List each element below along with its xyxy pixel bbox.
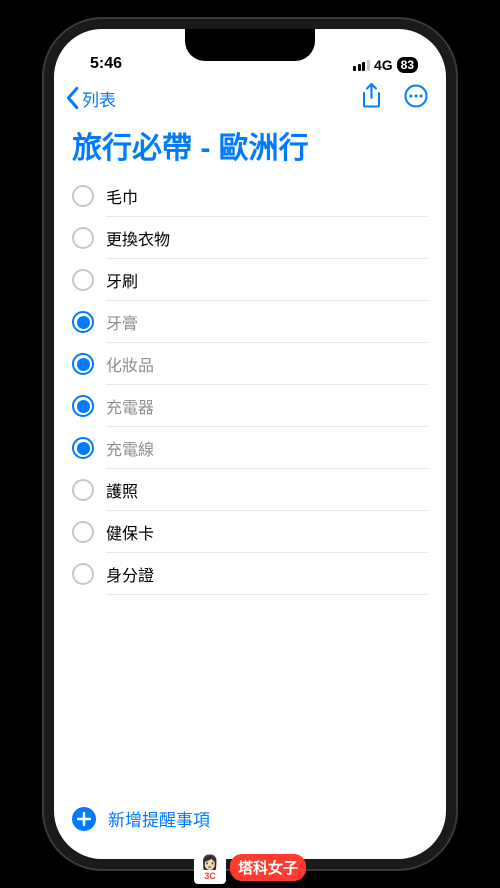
list-item-content: 牙刷 — [106, 259, 428, 301]
radio-toggle[interactable] — [72, 269, 94, 291]
list-item-label: 化妝品 — [106, 352, 154, 376]
list-item-label: 毛巾 — [106, 184, 138, 208]
list-item[interactable]: 身分證 — [72, 553, 428, 595]
list-item[interactable]: 牙膏 — [72, 301, 428, 343]
radio-toggle[interactable] — [72, 563, 94, 585]
back-label: 列表 — [82, 86, 116, 111]
plus-circle-icon — [72, 807, 96, 831]
watermark: 👩🏻 3C 塔科女子 — [194, 850, 306, 884]
radio-toggle[interactable] — [72, 185, 94, 207]
list-item-content: 充電器 — [106, 385, 428, 427]
status-right: 4G 83 — [353, 57, 418, 73]
list-item[interactable]: 毛巾 — [72, 175, 428, 217]
list-item-label: 牙刷 — [106, 268, 138, 292]
list-item-label: 充電器 — [106, 394, 154, 418]
more-button[interactable] — [404, 84, 428, 113]
list-item[interactable]: 健保卡 — [72, 511, 428, 553]
list-item-content: 化妝品 — [106, 343, 428, 385]
list-item-content: 牙膏 — [106, 301, 428, 343]
list-item[interactable]: 充電器 — [72, 385, 428, 427]
reminder-list[interactable]: 毛巾更換衣物牙刷牙膏化妝品充電器充電線護照健保卡身分證 — [54, 175, 446, 792]
phone-frame: 5:46 4G 83 列表 旅行必帶 - 歐洲行 毛巾更換衣物牙 — [44, 19, 456, 869]
radio-toggle[interactable] — [72, 353, 94, 375]
list-item[interactable]: 充電線 — [72, 427, 428, 469]
list-item[interactable]: 化妝品 — [72, 343, 428, 385]
list-item-content: 護照 — [106, 469, 428, 511]
phone-screen: 5:46 4G 83 列表 旅行必帶 - 歐洲行 毛巾更換衣物牙 — [54, 29, 446, 859]
list-item-content: 身分證 — [106, 553, 428, 595]
share-icon — [361, 83, 382, 109]
list-item-content: 毛巾 — [106, 175, 428, 217]
nav-bar: 列表 — [54, 77, 446, 119]
page-title: 旅行必帶 - 歐洲行 — [54, 119, 446, 175]
list-item-content: 更換衣物 — [106, 217, 428, 259]
signal-icon — [353, 59, 370, 71]
list-item-label: 更換衣物 — [106, 226, 170, 250]
add-reminder-label: 新增提醒事項 — [108, 806, 210, 831]
chevron-left-icon — [62, 86, 82, 110]
list-item-label: 充電線 — [106, 436, 154, 460]
share-button[interactable] — [361, 83, 382, 114]
network-label: 4G — [374, 57, 393, 73]
list-item-label: 身分證 — [106, 562, 154, 586]
radio-toggle[interactable] — [72, 311, 94, 333]
phone-notch — [185, 29, 315, 61]
list-item[interactable]: 護照 — [72, 469, 428, 511]
radio-toggle[interactable] — [72, 437, 94, 459]
add-reminder-button[interactable]: 新增提醒事項 — [54, 792, 446, 859]
watermark-avatar: 👩🏻 3C — [194, 850, 226, 884]
more-icon — [404, 84, 428, 108]
list-item-label: 牙膏 — [106, 310, 138, 334]
list-item-label: 護照 — [106, 478, 138, 502]
list-item-content: 健保卡 — [106, 511, 428, 553]
back-button[interactable]: 列表 — [62, 86, 116, 111]
radio-toggle[interactable] — [72, 479, 94, 501]
list-item[interactable]: 牙刷 — [72, 259, 428, 301]
watermark-text: 塔科女子 — [230, 854, 306, 881]
radio-toggle[interactable] — [72, 395, 94, 417]
battery-icon: 83 — [397, 57, 418, 73]
list-item[interactable]: 更換衣物 — [72, 217, 428, 259]
status-time: 5:46 — [90, 55, 122, 73]
radio-toggle[interactable] — [72, 227, 94, 249]
radio-toggle[interactable] — [72, 521, 94, 543]
list-item-content: 充電線 — [106, 427, 428, 469]
list-item-label: 健保卡 — [106, 520, 154, 544]
